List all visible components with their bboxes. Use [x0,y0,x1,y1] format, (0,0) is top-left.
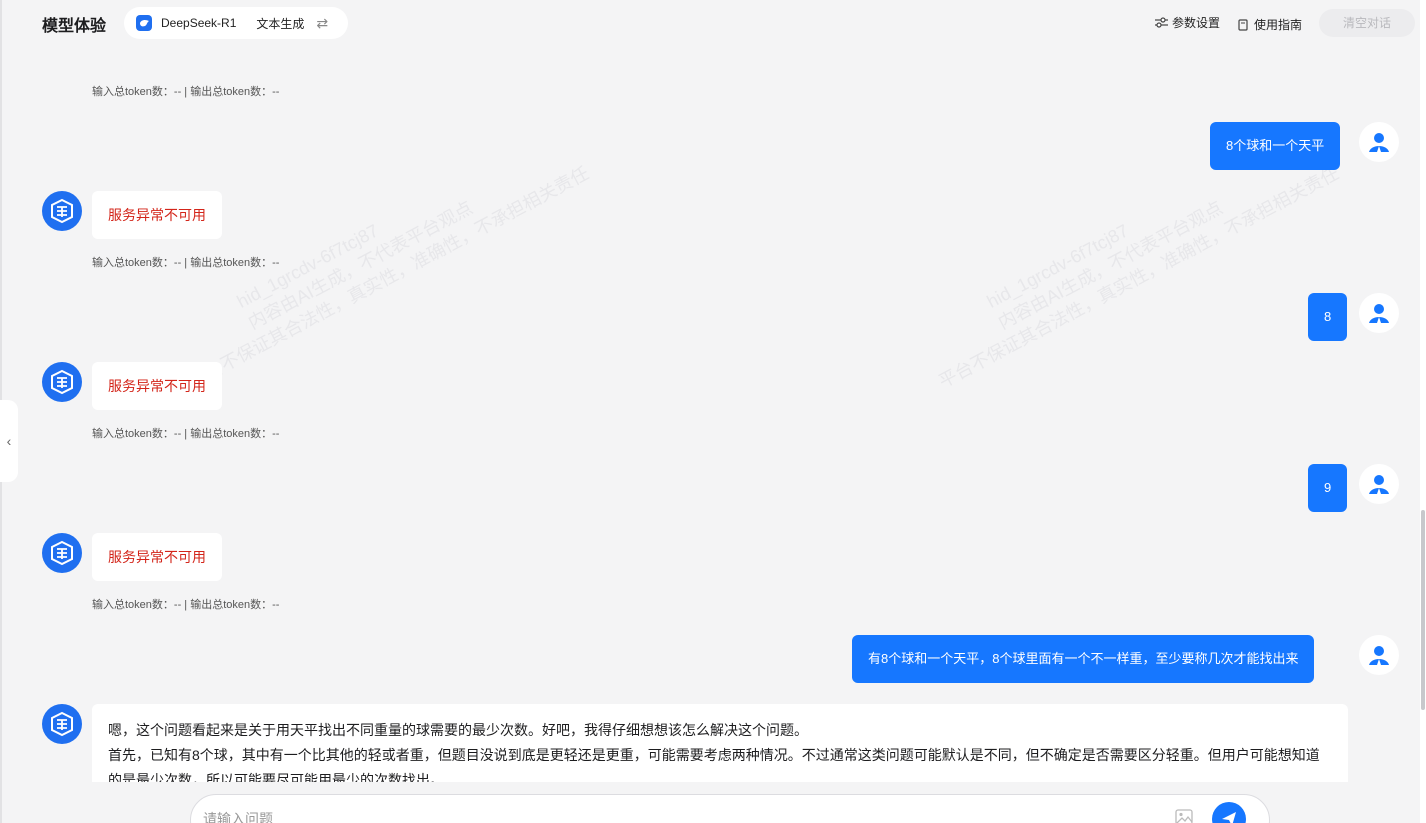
clear-conversation-button[interactable]: 清空对话 [1319,9,1415,37]
assistant-error-message: 服务异常不可用 [92,533,222,581]
assistant-logo-icon [51,711,73,737]
assistant-error-message: 服务异常不可用 [92,362,222,410]
collapse-sidebar-button[interactable]: ‹ [0,400,18,482]
user-avatar [1359,293,1399,333]
user-icon [1369,304,1389,323]
book-icon [1238,18,1248,31]
assistant-avatar [42,191,82,231]
user-message: 8个球和一个天平 [1210,122,1341,170]
image-upload-icon[interactable] [1175,809,1193,823]
user-icon [1369,646,1389,665]
top-bar: 模型体验 DeepSeek-R1 文本生成 ⇄ 参数设置 使用指南 清空对话 [2,0,1420,46]
scrollbar-thumb[interactable] [1421,510,1425,710]
answer-paragraph: 首先，已知有8个球，其中有一个比其他的轻或者重，但题目没说到底是更轻还是更重，可… [108,747,1320,763]
question-composer [190,794,1270,823]
user-avatar [1359,635,1399,675]
user-message: 有8个球和一个天平，8个球里面有一个不一样重，至少要称几次才能找出来 [852,635,1315,683]
assistant-error-message: 服务异常不可用 [92,191,222,239]
params-settings-label: 参数设置 [1172,16,1221,30]
assistant-answer: 嗯，这个问题看起来是关于用天平找出不同重量的球需要的最少次数。好吧，我得仔细想想… [92,704,1348,782]
question-input[interactable] [203,807,1103,823]
model-selector[interactable]: DeepSeek-R1 文本生成 ⇄ [124,7,348,39]
assistant-logo-icon [51,540,73,566]
params-settings-button[interactable]: 参数设置 [1155,14,1220,31]
deepseek-logo-icon [136,15,152,31]
user-icon [1369,133,1389,152]
usage-guide-button[interactable]: 使用指南 [1238,16,1302,33]
page-title: 模型体验 [42,18,107,35]
user-icon [1369,475,1389,494]
sliders-icon [1155,17,1168,28]
answer-paragraph: 嗯，这个问题看起来是关于用天平找出不同重量的球需要的最少次数。好吧，我得仔细想想… [108,722,808,738]
token-count: 输入总token数：-- | 输出总token数：-- [92,599,280,611]
assistant-logo-icon [51,369,73,395]
usage-guide-label: 使用指南 [1254,18,1303,32]
watermark-disclaimer: 平台不保证其合法性，真实性，准确性，不承担相关责任 [185,162,593,392]
user-avatar [1359,122,1399,162]
watermark-id: hid_1grcdv-6f7tcj87 [233,220,382,312]
user-message: 9 [1308,464,1348,512]
chat-page: hid_1grcdv-6f7tcj87 内容由AI生成，不代表平台观点 平台不保… [2,0,1420,823]
token-count: 输入总token数：-- | 输出总token数：-- [92,257,280,269]
token-count: 输入总token数：-- | 输出总token数：-- [92,86,280,98]
assistant-logo-icon [51,198,73,224]
assistant-avatar [42,362,82,402]
model-name: DeepSeek-R1 [161,16,237,30]
swap-icon[interactable]: ⇄ [316,15,328,32]
assistant-avatar [42,533,82,573]
send-button[interactable] [1212,802,1246,823]
assistant-avatar [42,704,82,744]
answer-paragraph: 的是最少次数，所以可能要尽可能用最少的次数找出。 [108,772,444,782]
send-icon [1222,812,1236,823]
user-message: 8 [1308,293,1348,341]
model-task: 文本生成 [256,16,305,31]
token-count: 输入总token数：-- | 输出总token数：-- [92,428,280,440]
watermark-notice: 内容由AI生成，不代表平台观点 [994,197,1226,334]
user-avatar [1359,464,1399,504]
watermark-disclaimer: 平台不保证其合法性，真实性，准确性，不承担相关责任 [935,162,1343,392]
chevron-left-icon: ‹ [6,433,12,449]
